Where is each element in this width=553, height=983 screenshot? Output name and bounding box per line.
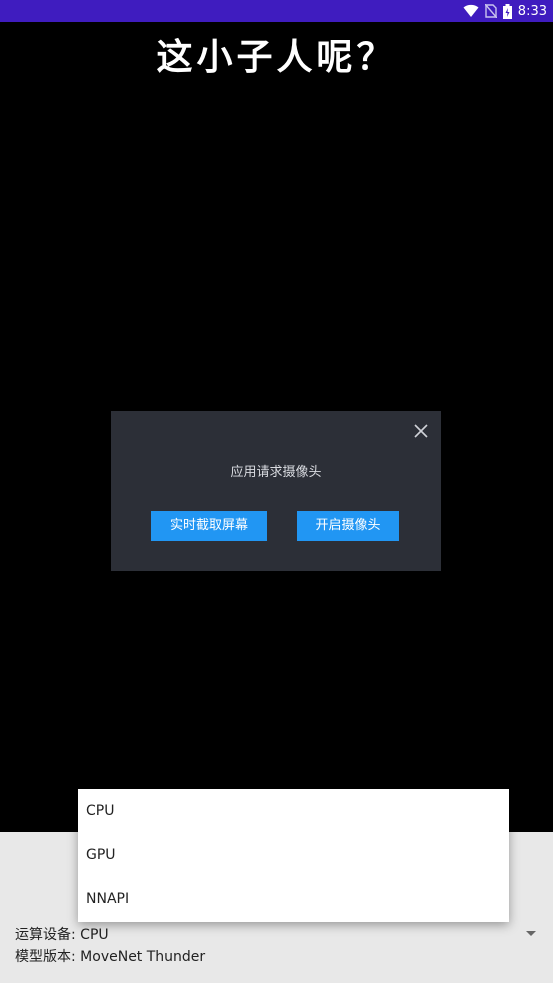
close-icon[interactable]	[413, 423, 429, 439]
dropdown-option-cpu[interactable]: CPU	[78, 789, 509, 833]
dialog-message: 应用请求摄像头	[230, 465, 322, 480]
status-bar: 8:33	[0, 0, 553, 22]
dropdown-arrow-icon[interactable]	[526, 931, 536, 936]
open-camera-button[interactable]: 开启摄像头	[297, 511, 399, 541]
model-value: MoveNet Thunder	[80, 949, 206, 965]
model-setting-row: 模型版本: MoveNet Thunder	[15, 946, 205, 966]
wifi-icon	[463, 4, 479, 17]
headline-text: 这小子人呢？	[156, 37, 397, 78]
dropdown-option-nnapi[interactable]: NNAPI	[78, 877, 509, 921]
device-dropdown-menu: CPU GPU NNAPI	[78, 789, 509, 922]
device-setting-row[interactable]: 运算设备: CPU	[15, 924, 109, 944]
dropdown-option-gpu[interactable]: GPU	[78, 833, 509, 877]
capture-screen-button[interactable]: 实时截取屏幕	[151, 511, 267, 541]
camera-request-dialog: 应用请求摄像头 实时截取屏幕 开启摄像头	[111, 411, 441, 571]
device-label: 运算设备:	[15, 927, 76, 943]
status-icons: 8:33	[463, 0, 547, 22]
model-label: 模型版本:	[15, 949, 76, 965]
status-time: 8:33	[517, 3, 547, 19]
battery-icon	[502, 3, 512, 19]
no-sim-icon	[484, 4, 497, 18]
device-value[interactable]: CPU	[80, 927, 108, 943]
